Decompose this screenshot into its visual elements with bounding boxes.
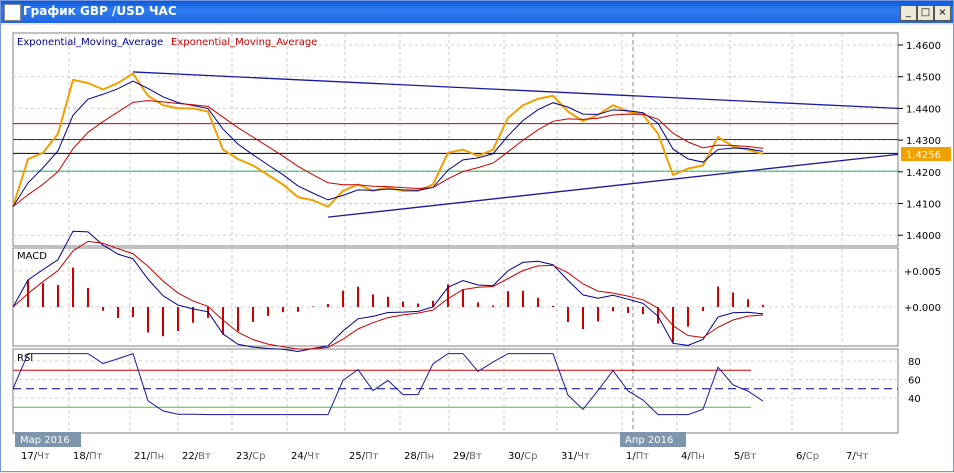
rsi-panel bbox=[12, 348, 899, 434]
x-tick-label: 21/Пн bbox=[134, 451, 164, 462]
price-tick-label: 1.4300 bbox=[906, 136, 941, 147]
x-tick-label: 30/Ср bbox=[508, 451, 537, 462]
price-tick-label: 1.4500 bbox=[906, 73, 941, 84]
x-tick-label: 5/Вт bbox=[734, 451, 757, 462]
x-tick-label: 6/Ср bbox=[796, 451, 819, 462]
legend-ema-slow: Exponential_Moving_Average bbox=[171, 37, 317, 48]
x-tick-label: 1/Пт bbox=[626, 451, 649, 462]
x-tick-label: 23/Ср bbox=[236, 451, 265, 462]
price-tick-label: 1.4200 bbox=[906, 168, 941, 179]
rsi-tick-label: 80 bbox=[908, 357, 921, 368]
rsi-tick-label: 40 bbox=[908, 394, 921, 405]
macd-label: MACD bbox=[17, 251, 47, 262]
x-tick-label: 18/Пт bbox=[73, 451, 103, 462]
x-tick-label: 28/Пн bbox=[404, 451, 434, 462]
x-tick-label: 22/Вт bbox=[182, 451, 211, 462]
macd-panel bbox=[12, 247, 899, 347]
x-tick-label: 4/Пн bbox=[681, 451, 705, 462]
x-tick-label: 17/Чт bbox=[21, 451, 50, 462]
price-tick-label: 1.4100 bbox=[906, 200, 941, 211]
price-tick-label: 1.4400 bbox=[906, 104, 941, 115]
chart-window: График GBP /USD ЧАС _ □ × Exponential_Mo… bbox=[0, 0, 954, 472]
forex-chart[interactable]: Exponential_Moving_Average Exponential_M… bbox=[1, 1, 954, 473]
last-price-label: 1.4256 bbox=[906, 150, 941, 161]
x-tick-label: 31/Чт bbox=[561, 451, 590, 462]
month-label: Мар 2016 bbox=[20, 435, 70, 446]
macd-tick-label: +0.005 bbox=[904, 267, 941, 278]
x-tick-label: 29/Вт bbox=[453, 451, 482, 462]
macd-tick-label: +0.000 bbox=[904, 303, 941, 314]
x-tick-label: 24/Чт bbox=[291, 451, 320, 462]
x-tick-label: 7/Чт bbox=[846, 451, 869, 462]
price-tick-label: 1.4600 bbox=[906, 41, 941, 52]
rsi-label: RSI bbox=[17, 353, 33, 364]
legend-ema-fast: Exponential_Moving_Average bbox=[17, 37, 163, 48]
x-tick-label: 25/Пт bbox=[349, 451, 379, 462]
month-label: Апр 2016 bbox=[625, 435, 673, 446]
rsi-tick-label: 60 bbox=[908, 376, 921, 387]
price-tick-label: 1.4000 bbox=[906, 231, 941, 242]
